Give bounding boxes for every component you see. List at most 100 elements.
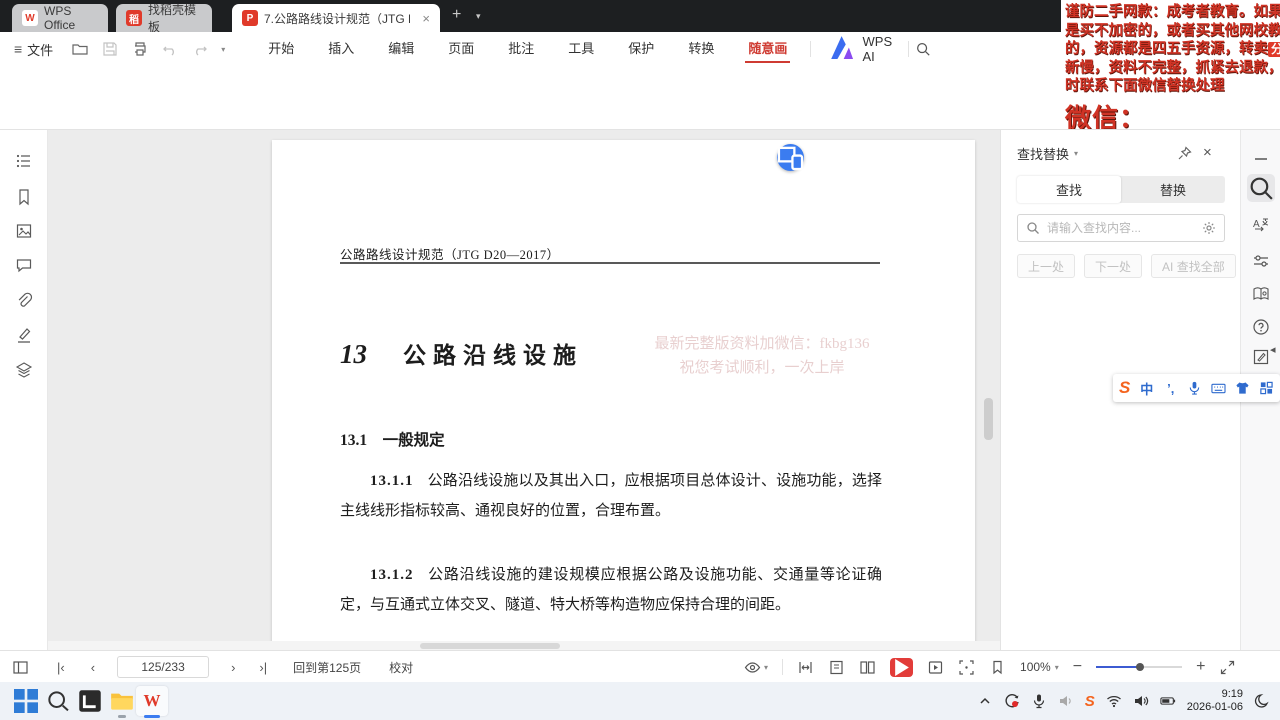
menu-item-comment[interactable]: 批注 — [491, 32, 551, 66]
tray-microphone-icon[interactable] — [1031, 693, 1047, 709]
chapter-title: 公路沿线设施 — [403, 343, 583, 368]
play-presentation-button[interactable] — [890, 657, 914, 677]
zoom-in-button[interactable]: + — [1196, 658, 1205, 676]
volume-icon[interactable] — [1133, 693, 1149, 709]
mobile-sync-floating-button[interactable] — [777, 144, 804, 171]
taskbar-clock[interactable]: 9:19 2026-01-06 — [1187, 688, 1243, 714]
signature-pen-icon[interactable] — [15, 326, 33, 344]
menu-item-edit[interactable]: 编辑 — [371, 32, 431, 66]
attachment-icon[interactable] — [15, 291, 33, 309]
image-icon[interactable] — [15, 222, 33, 240]
wps-ai-button[interactable]: WPS AI — [817, 34, 902, 64]
menu-item-freedraw[interactable]: 随意画 — [731, 32, 804, 66]
bookmark-icon[interactable] — [15, 188, 33, 206]
tab-find[interactable]: 查找 — [1017, 176, 1121, 203]
wifi-icon[interactable] — [1106, 693, 1122, 709]
soft-keyboard-icon[interactable] — [1211, 380, 1226, 396]
menu-item-page[interactable]: 页面 — [431, 32, 491, 66]
next-page-button[interactable]: › — [231, 660, 235, 675]
toolbox-grid-icon[interactable] — [1259, 380, 1274, 396]
outline-icon[interactable] — [15, 152, 33, 170]
edit-note-icon[interactable] — [1252, 348, 1270, 366]
print-icon[interactable] — [131, 40, 149, 58]
vertical-scrollbar-thumb[interactable] — [984, 398, 993, 440]
help-icon[interactable] — [1252, 318, 1270, 336]
microphone-icon[interactable] — [1187, 380, 1202, 396]
page-indicator-box[interactable]: 125/233 — [117, 656, 210, 678]
zoom-level-dropdown[interactable]: 100% ▾ — [1020, 660, 1059, 674]
gear-icon[interactable] — [1202, 221, 1216, 235]
quick-access-chevron-icon[interactable]: ▾ — [221, 45, 225, 54]
sogou-logo-icon[interactable]: S — [1119, 378, 1130, 398]
focus-mode-icon[interactable] — [958, 659, 975, 676]
close-icon[interactable]: × — [1203, 144, 1212, 161]
find-panel-title[interactable]: 查找替换 ▾ — [1017, 144, 1078, 163]
fit-width-icon[interactable] — [797, 659, 814, 676]
ai-find-all-button[interactable]: AI 查找全部 — [1151, 254, 1236, 278]
warning-line: 是买不加密的，或者买其他网校教育 — [1065, 22, 1280, 39]
tab-close-icon[interactable]: × — [422, 11, 430, 26]
zoom-out-button[interactable]: − — [1073, 658, 1082, 676]
view-options-button[interactable]: ▾ — [744, 659, 768, 676]
single-page-view-icon[interactable] — [828, 659, 845, 676]
two-page-view-icon[interactable] — [859, 659, 876, 676]
settings-sliders-icon[interactable] — [1252, 252, 1270, 270]
read-mode-icon[interactable] — [1252, 285, 1270, 303]
comment-icon[interactable] — [15, 256, 33, 274]
fullscreen-icon[interactable] — [1219, 659, 1236, 676]
find-input[interactable] — [1047, 221, 1195, 235]
menu-item-protect[interactable]: 保护 — [611, 32, 671, 66]
find-previous-button[interactable]: 上一处 — [1017, 254, 1076, 278]
menu-item-convert[interactable]: 转换 — [671, 32, 731, 66]
layers-icon[interactable] — [15, 361, 33, 379]
redo-icon[interactable] — [191, 40, 209, 58]
document-viewport[interactable]: 公路路线设计规范（JTG D20—2017） 最新完整版资料加微信：fkbg13… — [48, 130, 1000, 650]
open-folder-icon[interactable] — [71, 40, 89, 58]
start-button[interactable] — [14, 689, 38, 713]
chinese-mode-icon[interactable]: 中 — [1139, 380, 1154, 397]
menu-item-tools[interactable]: 工具 — [551, 32, 611, 66]
sidebar-toggle-icon[interactable] — [12, 659, 29, 676]
search-icon[interactable] — [915, 41, 931, 57]
sogou-tray-icon[interactable]: S — [1085, 693, 1095, 710]
document-body: 13.1.1 公路沿线设施以及其出入口，应根据项目总体设计、设施功能，选择主线线形… — [340, 466, 882, 650]
tab-list-chevron-icon[interactable]: ▾ — [476, 11, 481, 22]
battery-icon[interactable] — [1160, 693, 1176, 709]
new-tab-button[interactable]: + — [452, 7, 461, 23]
bookmark-ribbon-icon[interactable] — [989, 659, 1006, 676]
collapse-panel-icon[interactable] — [1252, 150, 1270, 168]
taskbar-search-icon[interactable] — [46, 689, 70, 713]
skin-tshirt-icon[interactable] — [1235, 380, 1250, 396]
previous-page-button[interactable]: ‹ — [91, 660, 95, 675]
menu-item-insert[interactable]: 插入 — [311, 32, 371, 66]
taskbar-app-icon[interactable] — [78, 689, 102, 713]
do-not-disturb-moon-icon[interactable] — [1254, 693, 1270, 709]
back-to-page-button[interactable]: 回到第125页 — [293, 659, 361, 676]
proofread-button[interactable]: 校对 — [389, 659, 413, 676]
wps-taskbar-icon[interactable]: W — [140, 689, 164, 713]
autoplay-page-icon[interactable] — [927, 659, 944, 676]
horizontal-scrollbar[interactable] — [48, 641, 1000, 650]
punctuation-icon[interactable]: ’, — [1163, 380, 1178, 396]
horizontal-scrollbar-thumb[interactable] — [420, 643, 560, 649]
undo-icon[interactable] — [161, 40, 179, 58]
menu-item-home[interactable]: 开始 — [251, 32, 311, 66]
find-next-button[interactable]: 下一处 — [1084, 254, 1143, 278]
find-tool-icon[interactable] — [1247, 174, 1275, 202]
tab-docer-template[interactable]: 稻 找稻壳模板 — [116, 3, 212, 34]
file-explorer-icon[interactable] — [110, 689, 134, 713]
audio-device-muted-icon[interactable] — [1058, 693, 1074, 709]
zoom-slider[interactable] — [1096, 662, 1183, 672]
tab-document-active[interactable]: P 7.公路路线设计规范（JTG D20-2 × — [232, 4, 440, 32]
tab-wps-office[interactable]: W WPS Office — [12, 4, 108, 32]
translate-icon[interactable]: A — [1252, 216, 1270, 234]
screen-record-icon[interactable] — [1004, 693, 1020, 709]
first-page-button[interactable]: |‹ — [57, 660, 65, 675]
pin-icon[interactable] — [1177, 146, 1192, 161]
tab-replace[interactable]: 替换 — [1121, 176, 1225, 203]
last-page-button[interactable]: ›| — [259, 660, 267, 675]
tray-expand-chevron-icon[interactable] — [977, 693, 993, 709]
file-menu[interactable]: ≡ 文件 — [14, 40, 53, 59]
save-icon[interactable] — [101, 40, 119, 58]
panel-collapse-arrow-icon[interactable]: ◂ — [1270, 343, 1276, 356]
